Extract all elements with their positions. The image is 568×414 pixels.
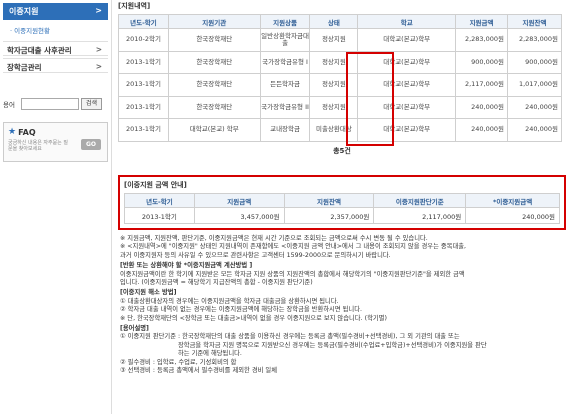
sidebar-item-label: 장학금관리 [7,63,42,72]
star-icon: ★ [8,127,17,137]
table-cell: 2013-1학기 [118,95,169,119]
table-cell: 2013-1학기 [118,50,169,74]
table-cell: 일반상환학자금대출 [259,28,311,52]
note-heading: [반환 또는 상환해야 할 *이중지원금액 계산방법 ] [120,262,253,270]
table-cell: 900,000원 [455,50,508,74]
note-line: ① 이중지원 판단기준 : 한국장학재단의 대출 상품을 이용하신 경우에는 등… [120,333,460,341]
table-cell: 한국장학재단 [167,95,261,119]
table-header-row: 년도-학기 지원금액 지원잔액 이중지원판단기준 *이중지원금액 [124,193,560,208]
table-row: 2013-1학기 한국장학재단 든든학자금 정상지원 대학교(본교)학부 2,1… [118,73,562,97]
faq-description: 궁금하신 내용은 자주묻는 질문을 찾아보세요 [8,140,68,152]
chevron-right-icon: > [95,45,102,54]
table-cell: 2010-2학기 [118,28,169,52]
search-button[interactable]: 검색 [81,98,103,110]
table-cell: 2013-1학기 [118,118,169,142]
column-header: 지원잔액 [507,14,562,29]
faq-heading: ★ FAQ [8,127,103,137]
table-cell: 240,000원 [465,207,560,224]
table-cell: 대학교(본교) 학부 [167,118,261,142]
table-header-row: 년도-학기 지원기관 지원상품 상태 학교 지원금액 지원잔액 [118,14,562,29]
column-header: 지원금액 [455,14,508,29]
term-search: 용어 검색 [3,98,108,110]
double-support-title: [이중지원 금액 안내] [124,181,187,189]
sidebar: 이중지원 > · 이중지원현황 학자금대출 사후관리 > 장학금관리 > 용어 … [0,0,112,414]
table-cell: 든든학자금 [259,73,311,97]
column-header: 지원기관 [167,14,261,29]
table-row: 2013-1학기 3,457,000원 2,357,000원 2,117,000… [124,207,560,224]
column-header: 년도-학기 [118,14,169,29]
faq-banner[interactable]: ★ FAQ 궁금하신 내용은 자주묻는 질문을 찾아보세요 GO [3,122,108,162]
table-cell: 3,457,000원 [193,207,285,224]
column-header: 학교 [357,14,457,29]
notes-section: ※ 지원금액, 지원잔액, 판단기준, 이중지원금액은 현재 시간 기준으로 조… [120,235,564,376]
table-cell: 교내장학금 [259,118,311,142]
table-cell: 한국장학재단 [167,73,261,97]
table-cell: 한국장학재단 [167,28,261,52]
table-cell: 240,000원 [507,95,562,119]
sidebar-item-label: 학자금대출 사후관리 [7,46,72,55]
table-cell: 2013-1학기 [124,207,195,224]
table-cell: 1,017,000원 [507,73,562,97]
double-support-table: 년도-학기 지원금액 지원잔액 이중지원판단기준 *이중지원금액 2013-1학… [124,193,560,224]
table-cell: 대학교(본교)학부 [357,28,457,52]
column-header: 년도-학기 [124,193,195,208]
note-line: ※ 단, 한국장학재단의 <장학금 또는 대출금>내역이 없을 경우 이중지원으… [120,314,387,322]
table-cell: 240,000원 [507,118,562,142]
table-cell: 국가장학금유형 II [259,95,311,119]
history-title: [지원내역] [118,2,151,10]
table-cell: 2,283,000원 [455,28,508,52]
column-header: 지원금액 [193,193,285,208]
note-line: 이중지원금액이란 한 학기에 지원받은 모든 학자금 지원 상품의 지원잔액의 … [120,270,465,278]
column-header: 이중지원판단기준 [373,193,467,208]
main-content: [지원내역] 년도-학기 지원기관 지원상품 상태 학교 지원금액 지원잔액 2… [118,0,566,414]
table-cell: 2,283,000원 [507,28,562,52]
note-line: ② 학자금 대출 내역이 없는 경우에는 이중지원금액에 해당하는 장학금을 반… [120,306,363,314]
sidebar-item-loan-aftercare[interactable]: 학자금대출 사후관리 > [3,41,108,56]
note-line: 과거 이중지원자 등의 사유일 수 있으므로 관련사항은 고객센터 1599-2… [120,251,391,259]
table-cell: 2,357,000원 [283,207,375,224]
note-line: 입니다. (이중지원금액 = 해당학기 지급잔액의 총합 - 이중지원 판단기준… [120,279,313,287]
history-table: 년도-학기 지원기관 지원상품 상태 학교 지원금액 지원잔액 2010-2학기… [118,14,562,142]
sidebar-item-double-support[interactable]: 이중지원 > [3,3,108,20]
note-line: ③ 선택경비 : 등록금 총액에서 필수경비를 제외한 경비 일체 [120,367,278,375]
note-line: ② 필수경비 : 입학료, 수업료, 기성회비의 합 [120,358,237,366]
search-label: 용어 [3,101,15,109]
table-cell: 2,117,000원 [373,207,467,224]
note-heading: [이중지원 해소 방법] [120,289,177,297]
table-cell: 2013-1학기 [118,73,169,97]
chevron-right-icon: > [95,62,102,71]
column-header: 지원잔액 [283,193,375,208]
table-cell: 국가장학금유형 I [259,50,311,74]
sidebar-subitem-double-status[interactable]: · 이중지원현황 [0,20,111,39]
table-cell: 900,000원 [507,50,562,74]
note-line: 하는 기준에 해당됩니다. [178,350,242,358]
table-cell: 240,000원 [455,95,508,119]
chevron-right-icon: > [95,6,102,15]
table-row: 2013-1학기 대학교(본교) 학부 교내장학금 미출상환대상 대학교(본교)… [118,118,562,142]
table-cell: 정상지원 [309,28,359,52]
table-row: 2010-2학기 한국장학재단 일반상환학자금대출 정상지원 대학교(본교)학부… [118,28,562,52]
column-header: 상태 [309,14,359,29]
status-highlight-box [346,52,394,146]
table-cell: 240,000원 [455,118,508,142]
column-header: *이중지원금액 [465,193,560,208]
table-cell: 2,117,000원 [455,73,508,97]
sidebar-item-scholarship[interactable]: 장학금관리 > [3,58,108,73]
search-input[interactable] [21,98,79,110]
note-line: ※ <지원내역>에 "이중지원" 상태인 지원내역이 존재함에도 <이중지원 금… [120,243,467,251]
total-count: 총5건 [333,146,351,155]
sidebar-item-label: 이중지원 [9,7,39,16]
table-row: 2013-1학기 한국장학재단 국가장학금유형 I 정상지원 대학교(본교)학부… [118,50,562,74]
table-row: 2013-1학기 한국장학재단 국가장학금유형 II 정상지원 대학교(본교)학… [118,95,562,119]
column-header: 지원상품 [259,14,311,29]
note-line: ① 대출상환대상자의 경우에는 이중지원금액을 학자금 대출금을 상환하시면 됩… [120,297,339,305]
faq-go-button[interactable]: GO [80,139,101,150]
double-support-box: [이중지원 금액 안내] 년도-학기 지원금액 지원잔액 이중지원판단기준 *이… [118,175,566,230]
faq-title: FAQ [18,127,36,137]
table-cell: 한국장학재단 [167,50,261,74]
